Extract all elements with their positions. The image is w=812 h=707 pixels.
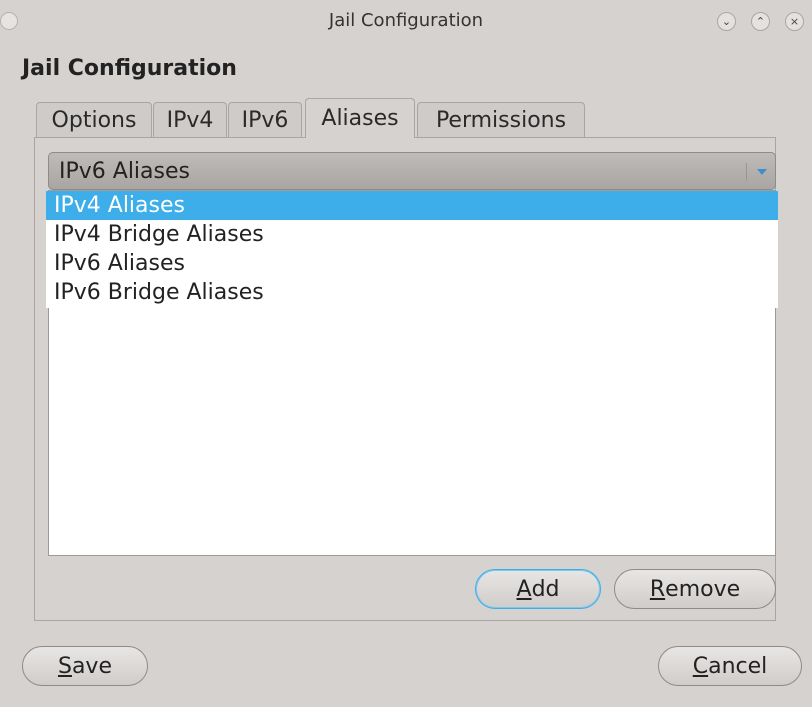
- cancel-mnemonic: C: [692, 653, 709, 679]
- remove-mnemonic: R: [649, 576, 666, 602]
- tab-ipv6[interactable]: IPv6: [228, 102, 302, 137]
- combobox-value: IPv6 Aliases: [59, 159, 190, 184]
- title-bar: Jail Configuration ⌄ ⌃ ×: [0, 0, 812, 44]
- add-mnemonic: A: [516, 576, 532, 602]
- tab-label: IPv4: [166, 107, 214, 133]
- tab-options[interactable]: Options: [36, 102, 152, 137]
- dropdown-option-ipv4-bridge-aliases[interactable]: IPv4 Bridge Aliases: [46, 220, 778, 249]
- add-button[interactable]: Add: [475, 569, 601, 609]
- combobox-separator: [746, 163, 747, 181]
- alias-type-dropdown: IPv4 Aliases IPv4 Bridge Aliases IPv6 Al…: [46, 191, 778, 308]
- tab-aliases[interactable]: Aliases: [305, 98, 415, 138]
- save-mnemonic: S: [57, 653, 72, 679]
- alias-type-combobox[interactable]: IPv6 Aliases: [48, 152, 776, 190]
- dialog-heading: Jail Configuration: [22, 56, 237, 81]
- close-icon[interactable]: ×: [785, 12, 804, 31]
- chevron-down-icon[interactable]: [757, 169, 767, 175]
- save-button[interactable]: Save: [22, 646, 148, 686]
- window-title: Jail Configuration: [328, 10, 484, 31]
- minimize-icon[interactable]: ⌄: [717, 12, 736, 31]
- tab-label: IPv6: [241, 107, 289, 133]
- maximize-icon[interactable]: ⌃: [751, 12, 770, 31]
- tab-label: Options: [51, 107, 137, 133]
- cancel-button[interactable]: Cancel: [658, 646, 802, 686]
- tab-ipv4[interactable]: IPv4: [153, 102, 227, 137]
- tab-permissions[interactable]: Permissions: [417, 102, 585, 137]
- tab-label: Aliases: [321, 106, 399, 131]
- remove-label: emove: [665, 576, 741, 602]
- tab-label: Permissions: [435, 107, 567, 133]
- add-label: dd: [531, 576, 560, 602]
- remove-button[interactable]: Remove: [614, 569, 776, 609]
- dropdown-option-ipv4-aliases[interactable]: IPv4 Aliases: [46, 191, 778, 220]
- dropdown-option-ipv6-aliases[interactable]: IPv6 Aliases: [46, 249, 778, 278]
- dropdown-option-ipv6-bridge-aliases[interactable]: IPv6 Bridge Aliases: [46, 278, 778, 307]
- save-label: ave: [71, 653, 112, 679]
- cancel-label: ancel: [708, 653, 768, 679]
